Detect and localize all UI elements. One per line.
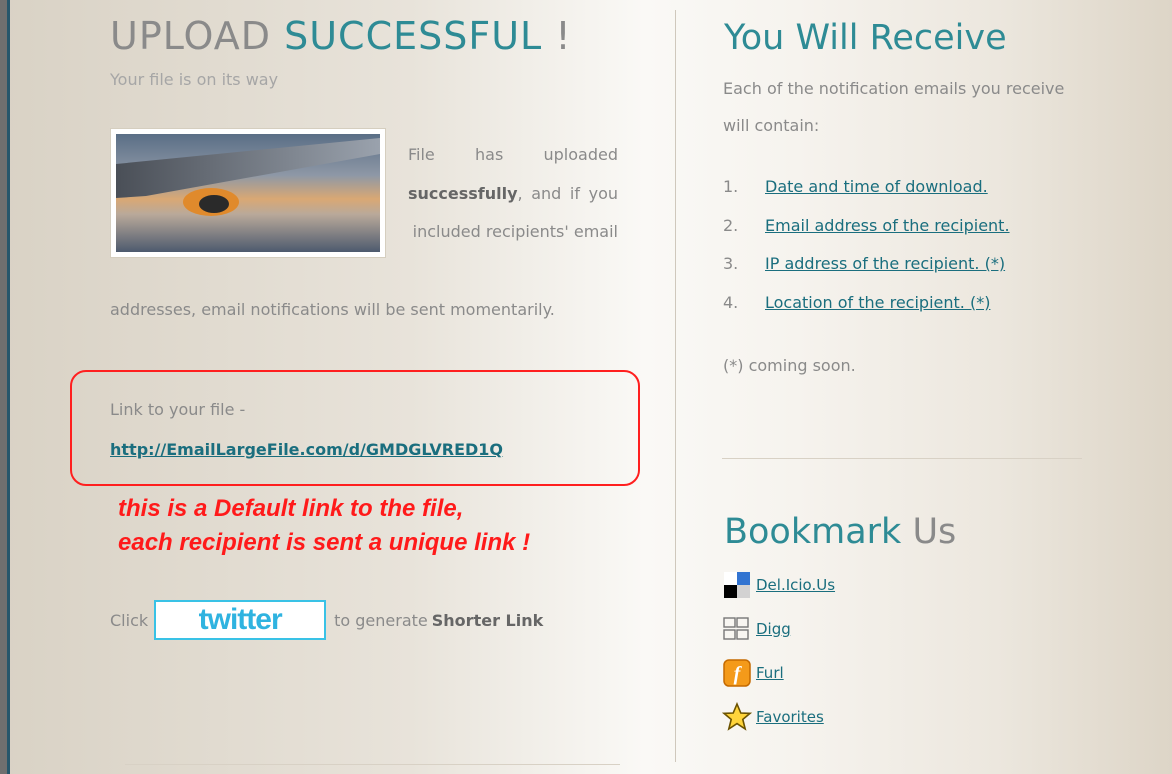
left-border — [0, 0, 7, 774]
list-link-date[interactable]: Date and time of download. — [765, 177, 988, 196]
bookmark-favorites[interactable]: Favorites — [722, 702, 824, 732]
upload-message-text: File has uploaded — [408, 145, 618, 164]
list-number: 3. — [723, 254, 739, 273]
twitter-button[interactable]: twitter — [154, 600, 327, 640]
left-border-accent — [7, 0, 10, 774]
star-icon — [722, 702, 752, 731]
highlight-box — [70, 370, 640, 486]
bookmark-link-furl[interactable]: Furl — [756, 664, 784, 682]
twitter-logo: twitter — [198, 603, 283, 636]
page-subtitle: Your file is on its way — [110, 70, 279, 89]
delicious-icon — [724, 572, 750, 598]
list-link-email[interactable]: Email address of the recipient. — [765, 216, 1010, 235]
bookmark-link-favorites[interactable]: Favorites — [756, 708, 824, 726]
bookmark-digg[interactable]: Digg — [722, 614, 791, 644]
annotation-note: this is a Default link to the file, each… — [118, 492, 530, 560]
bottom-divider — [125, 764, 620, 765]
bookmark-link-delicious[interactable]: Del.Icio.Us — [756, 576, 835, 594]
link-label: Link to your file - — [110, 400, 246, 419]
list-number: 2. — [723, 215, 739, 235]
click-label: Click — [110, 610, 149, 630]
bookmark-title-word: Bookmark — [724, 512, 902, 552]
list-item: 4. Location of the recipient. (*) — [723, 284, 1010, 323]
receive-description: Each of the notification emails you rece… — [723, 79, 1065, 135]
receive-list: 1. Date and time of download. 2. Email add… — [723, 168, 1010, 322]
airplane-image — [110, 128, 386, 258]
file-link[interactable]: http://EmailLargeFile.com/d/GMDGLVRED1Q — [110, 440, 503, 459]
column-divider — [675, 10, 676, 762]
upload-message-bold: successfully — [408, 183, 518, 203]
generate-text: to generate — [334, 610, 428, 630]
list-item: 3. IP address of the recipient. (*) — [723, 245, 1010, 284]
upload-message-continued: addresses, email notifications will be s… — [110, 300, 555, 319]
title-upload: UPLOAD — [110, 14, 285, 58]
twitter-row: Click twitter to generate Shorter Link — [110, 598, 543, 642]
list-item: 2. Email address of the recipient. — [723, 207, 1010, 246]
right-divider — [722, 458, 1082, 459]
bookmark-title-us: Us — [901, 512, 957, 552]
receive-title: You Will Receive — [724, 18, 1007, 58]
bookmark-delicious[interactable]: Del.Icio.Us — [722, 570, 835, 600]
coming-soon-note: (*) coming soon. — [723, 356, 856, 375]
bookmark-furl[interactable]: f Furl — [722, 658, 784, 688]
title-successful: SUCCESSFUL — [284, 14, 543, 58]
shorter-link-text: Shorter Link — [431, 610, 544, 630]
list-link-ip[interactable]: IP address of the recipient. (*) — [765, 254, 1005, 273]
bookmark-link-digg[interactable]: Digg — [756, 620, 791, 638]
annotation-line-2: each recipient is sent a unique link ! — [118, 529, 531, 556]
annotation-line-1: this is a Default link to the file, — [118, 495, 464, 522]
title-exclamation: ! — [542, 14, 572, 58]
upload-message: File has uploaded successfully, and if y… — [408, 136, 618, 252]
furl-icon: f — [723, 659, 751, 687]
list-item: 1. Date and time of download. — [723, 168, 1010, 207]
page-title: UPLOAD SUCCESSFUL ! — [110, 14, 572, 58]
list-number: 4. — [723, 292, 739, 312]
list-number: 1. — [723, 177, 739, 196]
bookmark-title: Bookmark Us — [724, 512, 956, 552]
list-link-location[interactable]: Location of the recipient. (*) — [765, 293, 990, 312]
digg-icon — [723, 617, 749, 640]
